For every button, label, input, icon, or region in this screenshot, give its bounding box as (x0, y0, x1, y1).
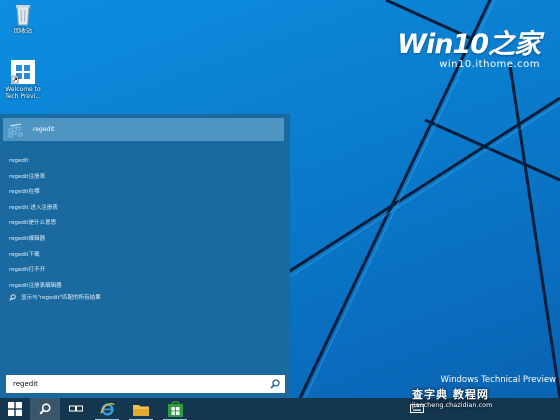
show-all-results-link[interactable]: 显示与"regedit"匹配的所有结果 (9, 293, 101, 301)
store-icon (167, 401, 183, 417)
welcome-tech-preview-desktop-icon[interactable]: Welcome to Tech Previ... (0, 60, 46, 100)
recycle-bin-icon (16, 5, 30, 26)
search-input[interactable] (13, 380, 263, 388)
suggestion-item[interactable]: regedit 进入注册表 (0, 201, 290, 217)
suggestion-item[interactable]: regedit下载 (0, 248, 290, 264)
regedit-icon (8, 123, 23, 137)
recycle-bin-desktop-icon[interactable]: 回收站 (0, 2, 46, 35)
search-icon (9, 293, 16, 301)
task-view-button[interactable] (62, 398, 90, 420)
search-box (6, 375, 285, 393)
task-view-icon (69, 405, 83, 412)
top-result-label: regedit (33, 126, 55, 133)
file-explorer-button[interactable] (126, 398, 156, 420)
suggestion-item[interactable]: regedit在哪 (0, 185, 290, 201)
search-icon (39, 403, 51, 415)
suggestion-item[interactable]: regedit (0, 154, 290, 170)
suggestion-item[interactable]: regedit打不开 (0, 263, 290, 279)
recycle-bin-label: 回收站 (13, 28, 32, 35)
folder-icon (133, 404, 149, 416)
chazidian-watermark: 查字典 教程网 jiaocheng.chazidian.com (412, 386, 492, 409)
win10-watermark: Win10之家 win10.ithome.com (397, 22, 541, 70)
watermark-brand: Win10之家 (397, 29, 541, 60)
search-icon[interactable] (270, 379, 280, 389)
watermark-title: 查字典 教程网 (412, 388, 489, 401)
suggestion-item[interactable]: regedit是什么意思 (0, 216, 290, 232)
start-search-panel: regedit regedit regedit注册表 regedit在哪 reg… (0, 114, 290, 398)
store-button[interactable] (160, 398, 190, 420)
suggestion-item[interactable]: regedit注册表编辑器 (0, 279, 290, 295)
watermark-url-footer: jiaocheng.chazidian.com (412, 401, 493, 409)
windows-logo-icon (8, 402, 22, 416)
search-suggestions: regedit regedit注册表 regedit在哪 regedit 进入注… (0, 154, 290, 294)
top-result-regedit[interactable]: regedit (3, 118, 284, 141)
internet-explorer-button[interactable] (92, 398, 122, 420)
welcome-label: Welcome to Tech Previ... (5, 86, 41, 100)
search-button[interactable] (30, 398, 60, 420)
windows-logo-icon (11, 60, 35, 84)
suggestion-item[interactable]: regedit编辑器 (0, 232, 290, 248)
suggestion-item[interactable]: regedit注册表 (0, 170, 290, 186)
start-button[interactable] (0, 398, 30, 420)
internet-explorer-icon (99, 402, 115, 415)
show-all-results-label: 显示与"regedit"匹配的所有结果 (21, 295, 101, 301)
technical-preview-text: Windows Technical Preview (440, 375, 556, 385)
